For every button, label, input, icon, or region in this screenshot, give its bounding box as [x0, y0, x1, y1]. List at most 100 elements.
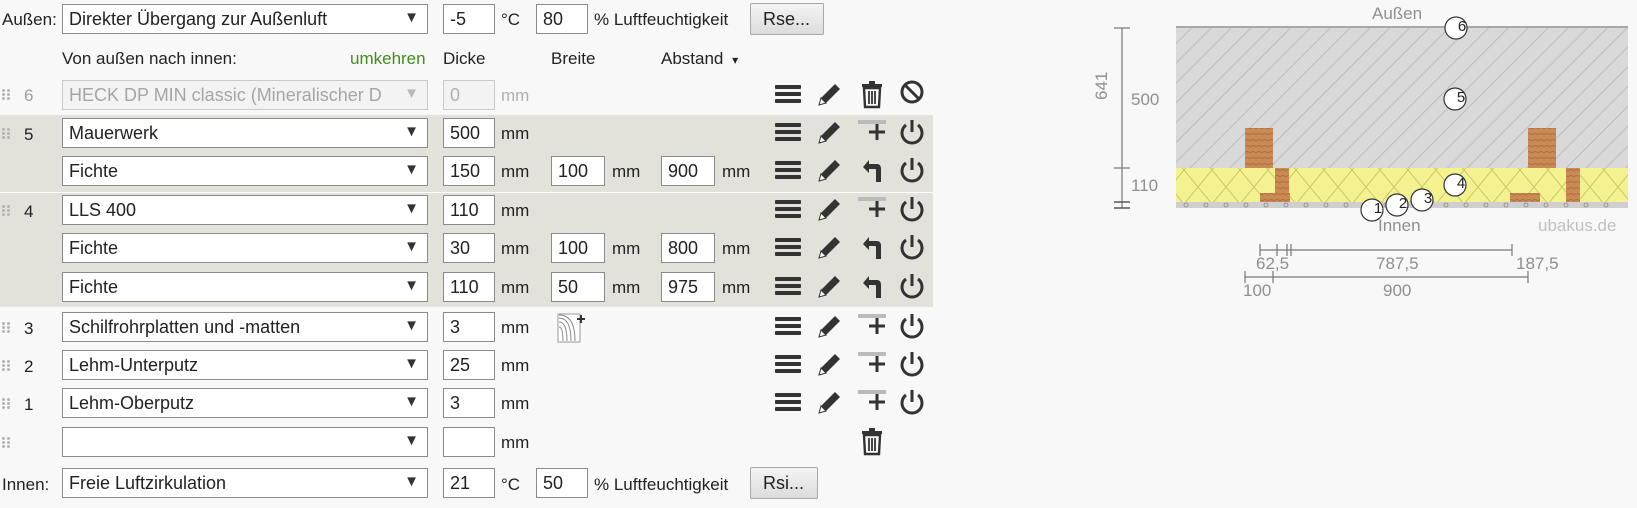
unit-mm: mm — [501, 433, 530, 452]
layer-4-sub1-thickness-input[interactable]: 30 — [443, 233, 495, 263]
menu-icon[interactable] — [773, 349, 803, 379]
dimension-label: 100 — [1243, 281, 1272, 300]
layer-4-sub1-width-input[interactable]: 100 — [551, 233, 605, 263]
outside-temperature-input[interactable]: -5 — [443, 4, 495, 34]
pencil-icon[interactable] — [815, 349, 845, 379]
trash-icon[interactable] — [857, 79, 887, 109]
inside-temperature-input[interactable]: 21 — [443, 468, 495, 498]
pencil-icon[interactable] — [815, 311, 845, 341]
inside-humidity-input[interactable]: 50 — [536, 468, 588, 498]
add-sublayer-icon[interactable] — [857, 194, 887, 224]
column-header-width: Breite — [551, 49, 596, 68]
inside-condition-select[interactable]: Freie Luftzirkulation ▼ — [62, 468, 428, 498]
power-icon[interactable] — [897, 194, 927, 224]
inside-condition-value: Freie Luftzirkulation — [69, 473, 227, 493]
drag-handle-icon[interactable] — [2, 398, 12, 410]
layer-5-sub-material-select[interactable]: Fichte ▼ — [62, 156, 428, 186]
unit-mm: mm — [501, 278, 530, 297]
layer-6-material-select[interactable]: HECK DP MIN classic (Mineralischer D ▼ — [62, 80, 428, 110]
disabled-icon[interactable] — [897, 79, 927, 109]
menu-icon[interactable] — [773, 194, 803, 224]
drag-handle-icon[interactable] — [2, 205, 12, 217]
power-icon[interactable] — [897, 117, 927, 147]
layer-4-thickness-input[interactable]: 110 — [443, 195, 495, 225]
power-icon[interactable] — [897, 232, 927, 262]
outside-condition-select[interactable]: Direkter Übergang zur Außenluft ▼ — [62, 4, 428, 34]
diagram-outside-label: Außen — [1372, 4, 1423, 23]
layer-3-material-select[interactable]: Schilfrohrplatten und -matten ▼ — [62, 312, 428, 342]
drag-handle-icon[interactable] — [2, 360, 12, 372]
add-sublayer-icon[interactable] — [857, 349, 887, 379]
layer-5-material-select[interactable]: Mauerwerk ▼ — [62, 118, 428, 148]
chevron-down-icon: ▼ — [404, 9, 419, 26]
drag-handle-icon[interactable] — [2, 437, 12, 449]
layer-5-sub-thickness-input[interactable]: 150 — [443, 156, 495, 186]
menu-icon[interactable] — [773, 311, 803, 341]
column-header-spacing[interactable]: Abstand ▾ — [661, 49, 738, 69]
layer-4-sub2-material-select[interactable]: Fichte ▼ — [62, 272, 428, 302]
pencil-icon[interactable] — [815, 387, 845, 417]
add-sublayer-icon[interactable] — [857, 311, 887, 341]
menu-icon[interactable] — [773, 117, 803, 147]
menu-icon[interactable] — [773, 79, 803, 109]
indent-arrow-icon[interactable] — [857, 271, 887, 301]
layer-2-material-select[interactable]: Lehm-Unterputz ▼ — [62, 350, 428, 380]
power-icon[interactable] — [897, 387, 927, 417]
trash-icon[interactable] — [857, 426, 887, 456]
layer-4-material-select[interactable]: LLS 400 ▼ — [62, 195, 428, 225]
menu-icon[interactable] — [773, 232, 803, 262]
unit-mm: mm — [722, 278, 751, 297]
pencil-icon[interactable] — [815, 232, 845, 262]
layer-5-sub-spacing-input[interactable]: 900 — [661, 156, 715, 186]
add-sublayer-icon[interactable] — [857, 117, 887, 147]
menu-icon[interactable] — [773, 155, 803, 185]
pencil-icon[interactable] — [815, 155, 845, 185]
chevron-down-icon: ▼ — [404, 393, 419, 410]
layer-6-thickness-input[interactable]: 0 — [443, 80, 495, 110]
drag-handle-icon[interactable] — [2, 128, 12, 140]
unit-mm: mm — [612, 162, 641, 181]
layer-number: 4 — [24, 202, 34, 221]
menu-icon[interactable] — [773, 271, 803, 301]
rsi-button[interactable]: Rsi... — [750, 467, 818, 499]
indent-arrow-icon[interactable] — [857, 232, 887, 262]
pencil-icon[interactable] — [815, 79, 845, 109]
menu-icon[interactable] — [773, 387, 803, 417]
layer-4-sub2-width-input[interactable]: 50 — [551, 272, 605, 302]
new-layer-material-select[interactable]: ▼ — [62, 427, 428, 457]
drag-handle-icon[interactable] — [2, 322, 12, 334]
layer-2-thickness-input[interactable]: 25 — [443, 350, 495, 380]
layer-4-sub2-thickness-input[interactable]: 110 — [443, 272, 495, 302]
layer-number: 3 — [24, 319, 34, 338]
power-icon[interactable] — [897, 155, 927, 185]
add-wood-structure-icon[interactable] — [557, 312, 587, 344]
layer-3-thickness-input[interactable]: 3 — [443, 312, 495, 342]
new-layer-thickness-input[interactable] — [443, 427, 495, 457]
power-icon[interactable] — [897, 311, 927, 341]
pencil-icon[interactable] — [815, 117, 845, 147]
layer-1-material-select[interactable]: Lehm-Oberputz ▼ — [62, 388, 428, 418]
layer-4-material-value: LLS 400 — [69, 200, 137, 220]
layer-4-sub2-spacing-input[interactable]: 975 — [661, 272, 715, 302]
power-icon[interactable] — [897, 349, 927, 379]
layer-5-thickness-input[interactable]: 500 — [443, 118, 495, 148]
add-sublayer-icon[interactable] — [857, 387, 887, 417]
drag-handle-icon[interactable] — [2, 89, 12, 101]
layer-5-sub-width-input[interactable]: 100 — [551, 156, 605, 186]
unit-mm: mm — [501, 201, 530, 220]
power-icon[interactable] — [897, 271, 927, 301]
vertical-dimension — [1114, 27, 1130, 209]
chevron-down-icon: ▼ — [404, 317, 419, 334]
chevron-down-icon: ▼ — [404, 200, 419, 217]
rse-button[interactable]: Rse... — [750, 3, 824, 35]
pencil-icon[interactable] — [815, 271, 845, 301]
outside-humidity-input[interactable]: 80 — [536, 4, 588, 34]
layer-4-sub1-spacing-input[interactable]: 800 — [661, 233, 715, 263]
brand-watermark: ubakus.de — [1538, 216, 1617, 235]
reverse-link[interactable]: umkehren — [350, 49, 426, 69]
indent-arrow-icon[interactable] — [857, 155, 887, 185]
layer-4-sub1-material-select[interactable]: Fichte ▼ — [62, 233, 428, 263]
layer-1-thickness-input[interactable]: 3 — [443, 388, 495, 418]
pencil-icon[interactable] — [815, 194, 845, 224]
unit-mm: mm — [501, 86, 530, 105]
